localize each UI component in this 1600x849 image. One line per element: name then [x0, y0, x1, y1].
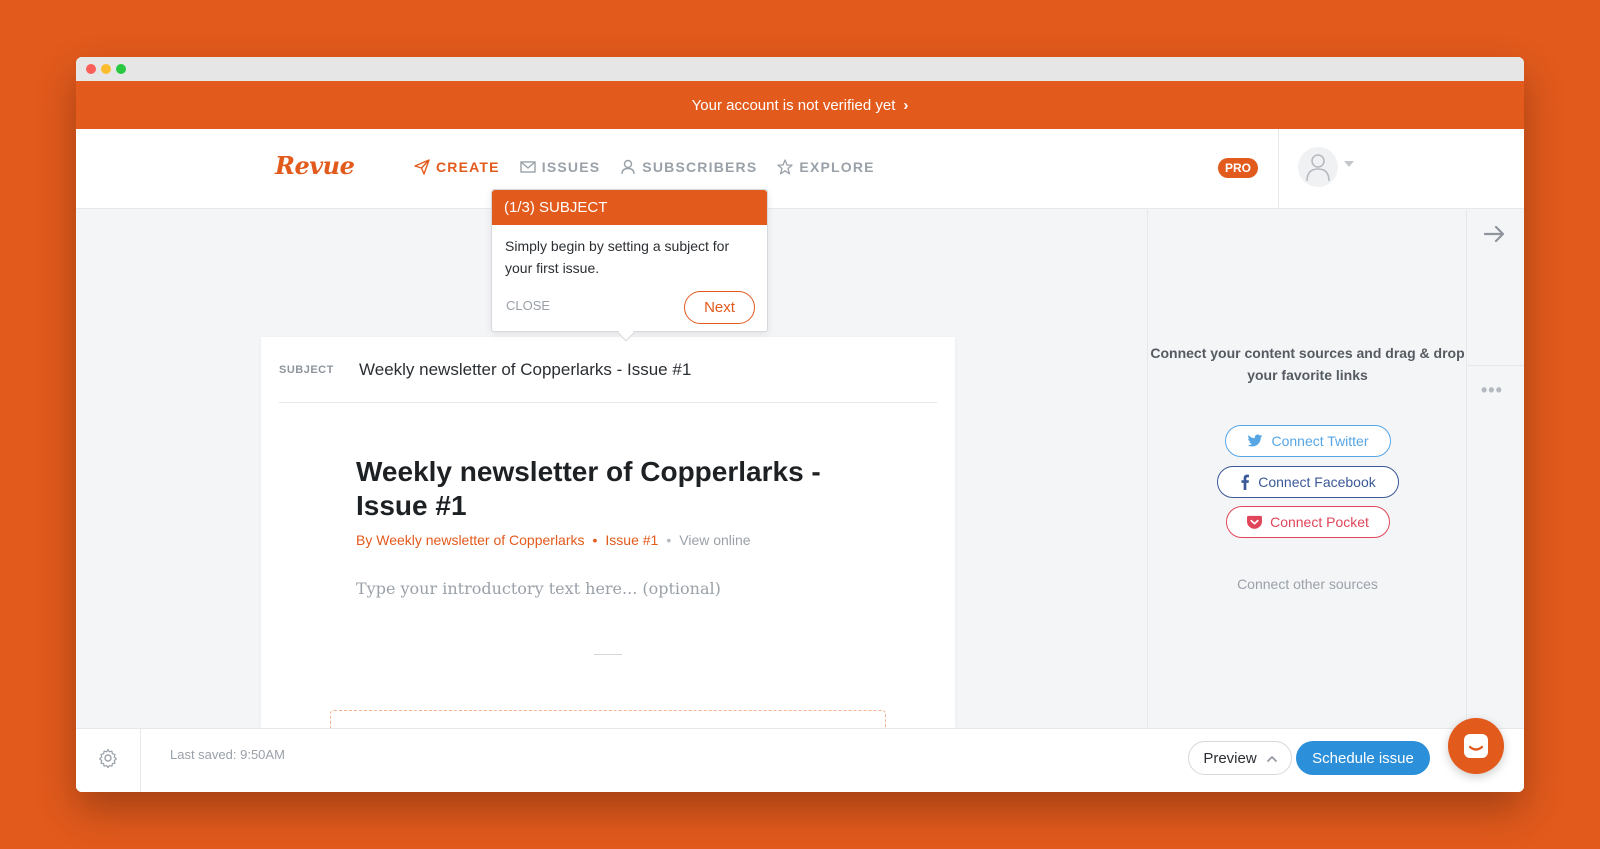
- chat-icon: [1464, 734, 1488, 758]
- subject-label: SUBJECT: [279, 363, 334, 376]
- facebook-icon: [1241, 474, 1250, 490]
- view-online-link[interactable]: View online: [679, 532, 750, 548]
- connect-facebook-label: Connect Facebook: [1258, 474, 1376, 490]
- intro-text-input[interactable]: Type your introductory text here... (opt…: [356, 579, 721, 598]
- verification-banner[interactable]: Your account is not verified yet ›: [76, 81, 1524, 129]
- connect-twitter-button[interactable]: Connect Twitter: [1225, 425, 1391, 457]
- nav-links: CREATE ISSUES SUBSCRIBERS EXPLORE: [414, 159, 875, 175]
- content-sources-panel: Connect your content sources and drag & …: [1147, 210, 1466, 728]
- chevron-up-icon: [1266, 755, 1277, 762]
- user-icon: [621, 159, 635, 175]
- nav-explore[interactable]: EXPLORE: [777, 159, 874, 175]
- last-saved-status: Last saved: 9:50AM: [170, 747, 285, 762]
- top-navigation: Revue CREATE ISSUES SUBSCRIBERS EXPLORE …: [76, 129, 1524, 209]
- caret-down-icon[interactable]: [1344, 161, 1354, 167]
- schedule-issue-button[interactable]: Schedule issue: [1296, 741, 1430, 775]
- nav-subscribers-label: SUBSCRIBERS: [642, 159, 758, 175]
- nav-divider: [1278, 129, 1279, 209]
- byline-separator: •: [666, 532, 672, 548]
- byline-separator: •: [592, 532, 598, 548]
- pocket-icon: [1247, 515, 1263, 529]
- connect-other-sources-link[interactable]: Connect other sources: [1148, 576, 1467, 592]
- issue-byline: By Weekly newsletter of Copperlarks • Is…: [356, 532, 751, 548]
- tooltip-title: (1/3) SUBJECT: [492, 190, 767, 225]
- more-options-icon[interactable]: •••: [1481, 380, 1503, 401]
- envelope-icon: [520, 161, 536, 173]
- arrow-right-icon[interactable]: [1481, 220, 1509, 248]
- nav-subscribers[interactable]: SUBSCRIBERS: [620, 159, 757, 175]
- rail-divider: [1467, 365, 1524, 366]
- tooltip-close-button[interactable]: CLOSE: [506, 298, 550, 313]
- paper-plane-icon: [414, 159, 430, 175]
- banner-text: Your account is not verified yet: [691, 96, 896, 114]
- connect-pocket-label: Connect Pocket: [1270, 514, 1369, 530]
- preview-label: Preview: [1203, 749, 1257, 767]
- tooltip-body: Simply begin by setting a subject for yo…: [505, 238, 730, 276]
- connect-twitter-label: Connect Twitter: [1271, 433, 1369, 449]
- pro-badge[interactable]: PRO: [1218, 158, 1259, 178]
- subject-row[interactable]: SUBJECT Weekly newsletter of Copperlarks…: [279, 337, 937, 403]
- nav-explore-label: EXPLORE: [799, 159, 875, 175]
- star-icon: [777, 159, 794, 175]
- connect-pocket-button[interactable]: Connect Pocket: [1226, 506, 1390, 538]
- revue-logo[interactable]: Revue: [275, 151, 355, 180]
- window-titlebar: [76, 57, 1524, 81]
- avatar[interactable]: [1298, 147, 1338, 187]
- divider-rule: [594, 654, 622, 655]
- window-zoom-dot[interactable]: [116, 64, 126, 74]
- issue-title[interactable]: Weekly newsletter of Copperlarks - Issue…: [356, 455, 876, 523]
- chevron-right-icon: ›: [903, 96, 909, 114]
- byline-author[interactable]: By Weekly newsletter of Copperlarks: [356, 532, 585, 548]
- gear-icon[interactable]: [98, 748, 118, 769]
- onboarding-tooltip: (1/3) SUBJECT Simply begin by setting a …: [491, 189, 768, 342]
- byline-issue[interactable]: Issue #1: [605, 532, 658, 548]
- app-window: Your account is not verified yet › Revue…: [76, 57, 1524, 792]
- user-avatar-icon: [1306, 154, 1330, 181]
- issue-editor: SUBJECT Weekly newsletter of Copperlarks…: [261, 337, 955, 750]
- subject-input[interactable]: Weekly newsletter of Copperlarks - Issue…: [359, 360, 691, 380]
- preview-button[interactable]: Preview: [1188, 741, 1292, 775]
- nav-create-label: CREATE: [436, 159, 500, 175]
- sidebar-rail: •••: [1466, 210, 1524, 728]
- bottom-toolbar: Last saved: 9:50AM Preview Schedule issu…: [76, 728, 1524, 792]
- nav-issues-label: ISSUES: [541, 159, 601, 175]
- twitter-icon: [1248, 434, 1263, 447]
- chat-launcher-button[interactable]: [1448, 718, 1504, 774]
- connect-facebook-button[interactable]: Connect Facebook: [1217, 466, 1399, 498]
- connect-sources-text: Connect your content sources and drag & …: [1150, 345, 1465, 383]
- tooltip-next-button[interactable]: Next: [684, 291, 755, 324]
- window-close-dot[interactable]: [86, 64, 96, 74]
- nav-issues[interactable]: ISSUES: [520, 159, 601, 175]
- window-minimize-dot[interactable]: [101, 64, 111, 74]
- nav-create[interactable]: CREATE: [414, 159, 500, 175]
- toolbar-divider: [140, 729, 141, 792]
